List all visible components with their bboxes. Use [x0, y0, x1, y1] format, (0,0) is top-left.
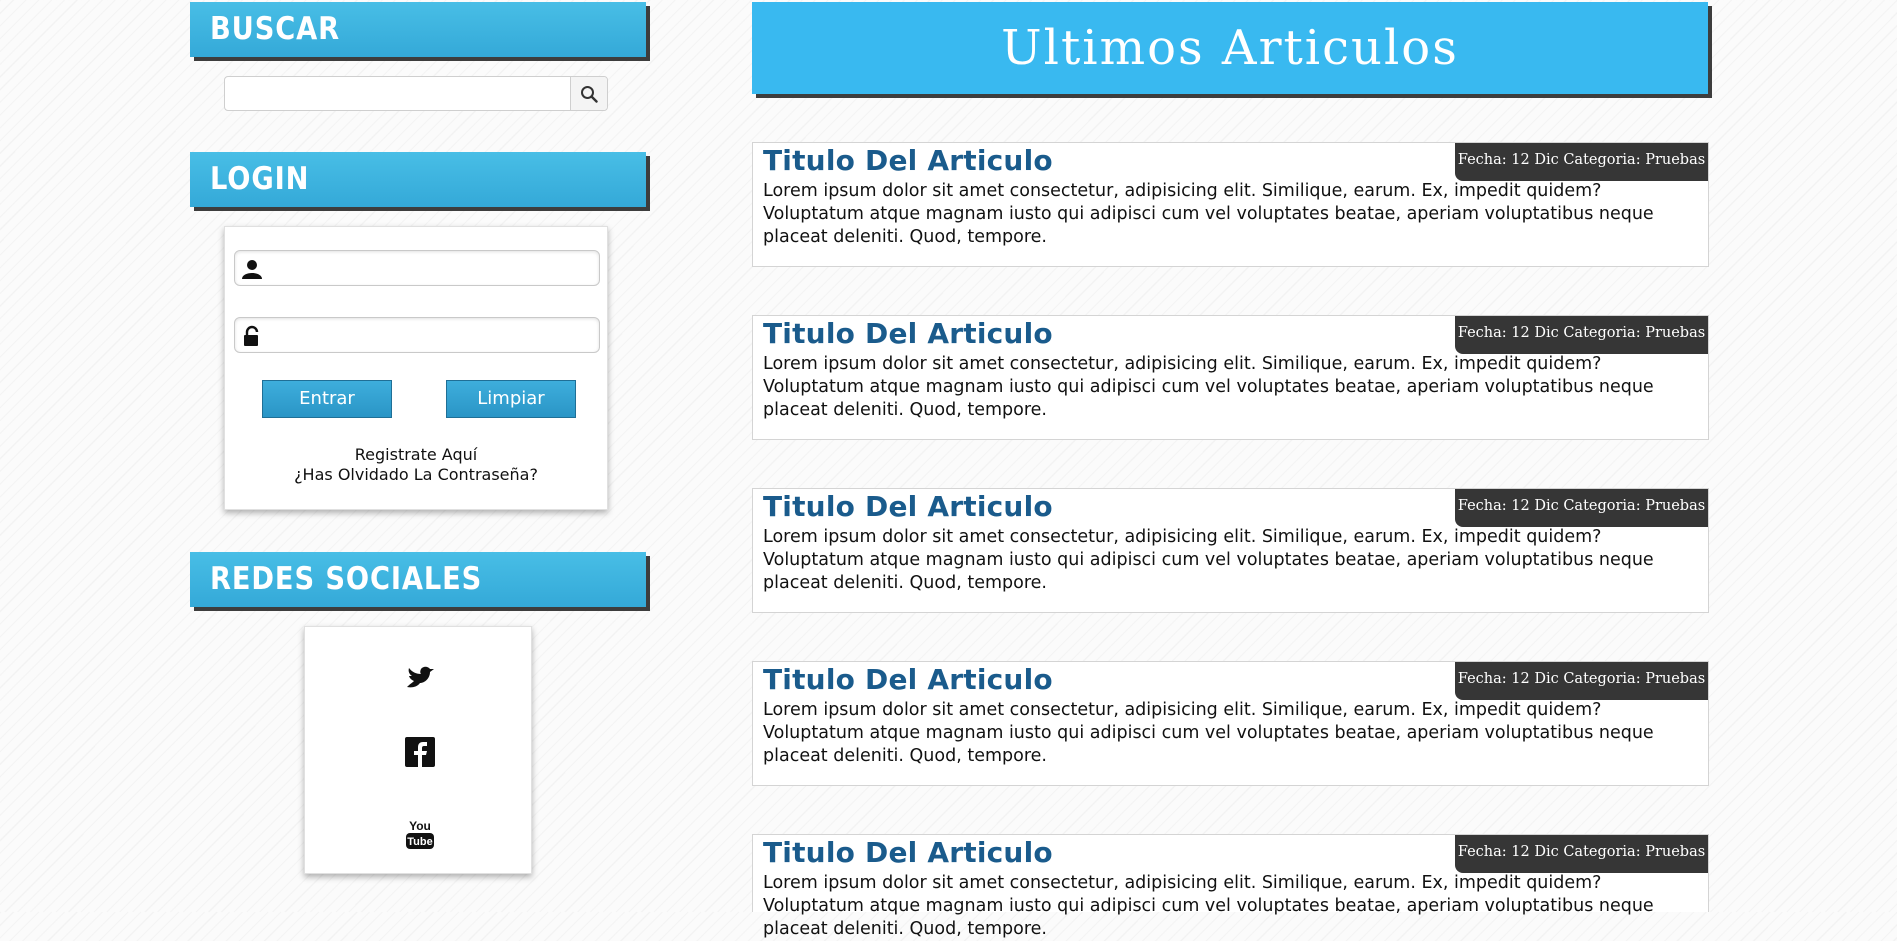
social-panel: You Tube — [304, 626, 532, 874]
twitter-icon[interactable] — [403, 661, 437, 695]
svg-text:You: You — [409, 819, 431, 833]
login-section-title: LOGIN — [210, 161, 310, 197]
article-body: Lorem ipsum dolor sit amet consectetur, … — [763, 527, 1654, 593]
article-body: Lorem ipsum dolor sit amet consectetur, … — [763, 354, 1654, 420]
article-card: Titulo Del Articulo Fecha: 12 Dic Catego… — [752, 488, 1709, 613]
facebook-icon[interactable] — [403, 735, 437, 769]
clear-button[interactable]: Limpiar — [446, 380, 576, 418]
forgot-password-link[interactable]: ¿Has Olvidado La Contraseña? — [225, 465, 607, 484]
search-box — [224, 76, 608, 111]
article-title[interactable]: Titulo Del Articulo — [763, 144, 1053, 177]
article-meta: Fecha: 12 Dic Categoria: Pruebas — [1455, 143, 1708, 181]
search-input[interactable] — [225, 77, 575, 110]
article-title[interactable]: Titulo Del Articulo — [763, 490, 1053, 523]
lock-icon — [244, 325, 259, 346]
main-title: Ultimos Articulos — [1001, 20, 1459, 76]
register-link[interactable]: Registrate Aquí — [225, 445, 607, 464]
username-field-wrapper — [234, 250, 601, 287]
article-title[interactable]: Titulo Del Articulo — [763, 317, 1053, 350]
password-field[interactable] — [267, 318, 601, 354]
search-button[interactable] — [570, 77, 607, 110]
article-title[interactable]: Titulo Del Articulo — [763, 663, 1053, 696]
article-card: Titulo Del Articulo Fecha: 12 Dic Catego… — [752, 661, 1709, 786]
social-section-title: REDES SOCIALES — [210, 561, 483, 597]
search-section-title: BUSCAR — [210, 11, 341, 47]
article-card: Titulo Del Articulo Fecha: 12 Dic Catego… — [752, 834, 1709, 939]
article-body: Lorem ipsum dolor sit amet consectetur, … — [763, 181, 1654, 247]
svg-text:Tube: Tube — [407, 836, 432, 848]
main-title-banner: Ultimos Articulos — [752, 2, 1708, 94]
search-section-header: BUSCAR — [190, 2, 646, 57]
article-meta: Fecha: 12 Dic Categoria: Pruebas — [1455, 316, 1708, 354]
article-body: Lorem ipsum dolor sit amet consectetur, … — [763, 700, 1654, 766]
enter-button[interactable]: Entrar — [262, 380, 392, 418]
article-meta: Fecha: 12 Dic Categoria: Pruebas — [1455, 835, 1708, 873]
article-meta: Fecha: 12 Dic Categoria: Pruebas — [1455, 662, 1708, 700]
article-card: Titulo Del Articulo Fecha: 12 Dic Catego… — [752, 142, 1709, 267]
user-icon — [242, 260, 262, 279]
article-meta: Fecha: 12 Dic Categoria: Pruebas — [1455, 489, 1708, 527]
article-card: Titulo Del Articulo Fecha: 12 Dic Catego… — [752, 315, 1709, 440]
password-field-wrapper — [234, 317, 601, 354]
social-section-header: REDES SOCIALES — [190, 552, 646, 607]
youtube-icon[interactable]: You Tube — [403, 817, 437, 851]
login-section-header: LOGIN — [190, 152, 646, 207]
search-icon — [581, 85, 598, 103]
username-field[interactable] — [267, 251, 601, 287]
login-panel: Entrar Limpiar Registrate Aquí ¿Has Olvi… — [224, 226, 608, 510]
article-body: Lorem ipsum dolor sit amet consectetur, … — [763, 873, 1654, 939]
article-title[interactable]: Titulo Del Articulo — [763, 836, 1053, 869]
